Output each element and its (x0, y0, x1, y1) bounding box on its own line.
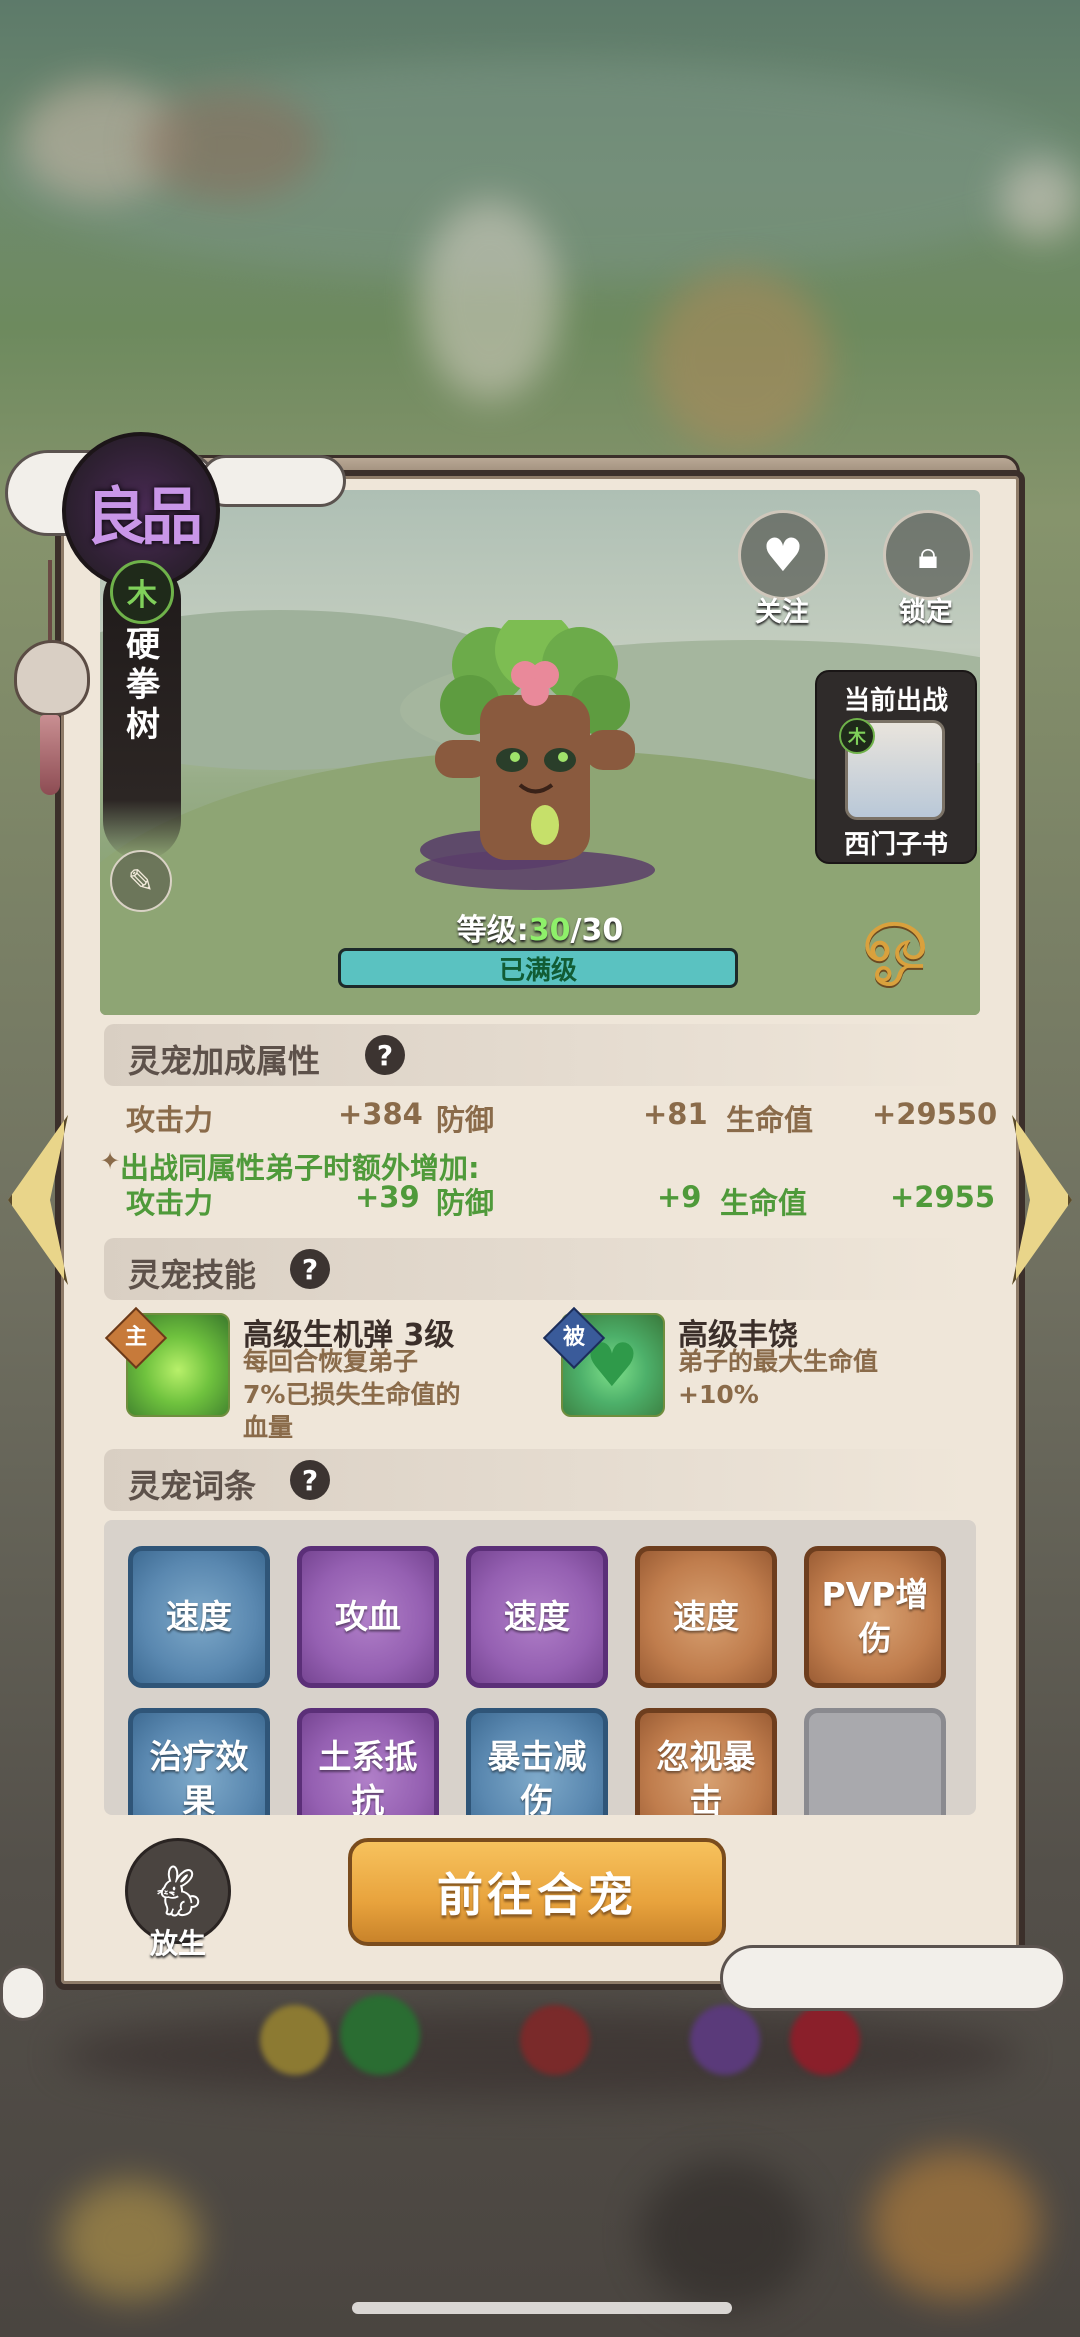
bonus-label: 攻击力 (126, 1186, 214, 1220)
heart-icon: ♥ (762, 528, 804, 582)
tassel-cord (48, 560, 52, 650)
pet-sprite (415, 620, 655, 890)
deployed-title: 当前出战 (843, 686, 948, 716)
traits-grid[interactable]: 速度 攻血 速度 速度 PVP增伤 治疗效果 土系抵抗 暴击减伤 忽视暴击 (104, 1520, 976, 1815)
trait-tile[interactable]: 速度 (466, 1546, 608, 1688)
lock-label: 锁定 (899, 597, 953, 628)
bonus-label: 生命值 (720, 1186, 808, 1220)
current-deployed-card[interactable]: 当前出战 木 西门子书 (815, 670, 977, 864)
follow-button[interactable]: ♥ (738, 510, 828, 600)
level-progress-bar: 已满级 (338, 948, 738, 988)
skills-header: 灵宠技能 (104, 1238, 970, 1300)
trait-tile[interactable]: 速度 (635, 1546, 777, 1688)
attributes-help-icon[interactable]: ? (365, 1035, 405, 1075)
trait-tile[interactable]: 忽视暴击 (635, 1708, 777, 1815)
lock-icon: 🔒︎ (917, 532, 939, 577)
rename-brush-icon[interactable]: ✎ (110, 850, 172, 912)
traits-help-icon[interactable]: ? (290, 1460, 330, 1500)
go-merge-button[interactable]: 前往合宠 (348, 1838, 726, 1946)
tassel (40, 715, 60, 795)
cat-charm (14, 640, 90, 716)
lock-button[interactable]: 🔒︎ (883, 510, 973, 600)
stat-label: 防御 (436, 1103, 495, 1137)
cloud-decoration (200, 455, 346, 507)
trait-tile[interactable]: PVP增伤 (804, 1546, 946, 1688)
trait-tile[interactable]: 攻血 (297, 1546, 439, 1688)
stat-label: 生命值 (726, 1103, 814, 1137)
trait-tile[interactable]: 速度 (128, 1546, 270, 1688)
trait-tile[interactable]: 暴击减伤 (466, 1708, 608, 1815)
stat-value: +29550 (872, 1097, 998, 1131)
release-label: 放生 (149, 1927, 206, 1960)
cloud-decoration (0, 1965, 46, 2021)
trait-tile[interactable]: 土系抵抗 (297, 1708, 439, 1815)
deployed-name: 西门子书 (843, 830, 948, 860)
bonus-value: +2955 (890, 1180, 996, 1214)
skills-help-icon[interactable]: ? (290, 1249, 330, 1289)
skill-desc: 弟子的最大生命值 +10% (678, 1347, 879, 1409)
traits-header: 灵宠词条 (104, 1449, 970, 1511)
sparkle-icon: ✦ (100, 1147, 121, 1175)
rabbit-icon: 🐇︎ (146, 1861, 210, 1920)
home-indicator[interactable] (352, 2302, 732, 2314)
wood-element-icon: 木 (110, 560, 174, 624)
bonus-value: +39 (355, 1180, 420, 1214)
skill-desc: 每回合恢复弟子 7%已损失生命值的 血量 (243, 1347, 461, 1442)
trait-tile-empty[interactable] (804, 1708, 946, 1815)
attributes-header: 灵宠加成属性 (104, 1024, 970, 1086)
trait-tile[interactable]: 治疗效果 (128, 1708, 270, 1815)
follow-label: 关注 (755, 597, 809, 628)
stat-value: +384 (338, 1097, 423, 1131)
pet-name: 硬拳树 (126, 625, 160, 745)
stat-value: +81 (643, 1097, 708, 1131)
cloud-decoration (720, 1945, 1066, 2011)
bonus-value: +9 (657, 1180, 702, 1214)
wood-element-icon: 木 (839, 718, 875, 754)
bonus-label: 防御 (436, 1186, 495, 1220)
level-display: 等级:30/30 (456, 913, 624, 948)
stat-label: 攻击力 (126, 1103, 214, 1137)
